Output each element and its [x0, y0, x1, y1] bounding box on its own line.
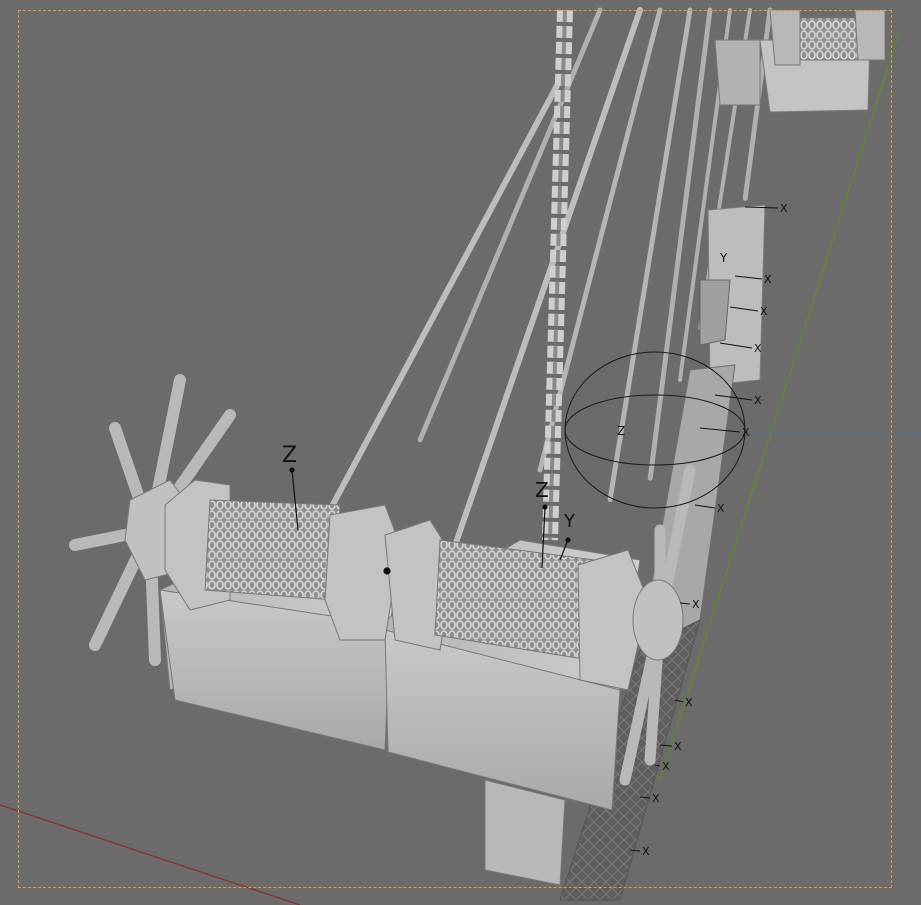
- x-axis-line: [0, 804, 301, 905]
- z-label-main: Z: [282, 443, 297, 468]
- top-winch: [714, 9, 886, 113]
- x-label-3: X: [760, 305, 768, 318]
- x-label-10: X: [674, 740, 682, 753]
- x-label-12: X: [652, 792, 660, 805]
- x-label-8: X: [692, 598, 700, 611]
- x-label-2: X: [764, 273, 772, 286]
- x-label-5: X: [754, 394, 762, 407]
- x-label-7: X: [717, 502, 725, 515]
- z-label-second: Z: [535, 478, 549, 502]
- x-label-4: X: [754, 342, 762, 355]
- y-label-second: Y: [563, 511, 576, 532]
- 3d-viewport[interactable]: X X X X X X X X X X X X X Z Z Y Z Y: [0, 0, 921, 905]
- x-label-11: X: [662, 760, 670, 773]
- x-label-6: X: [742, 426, 750, 439]
- x-label-13: X: [642, 845, 650, 858]
- z-label-third: Z: [617, 424, 625, 438]
- y-label-third: Y: [719, 251, 728, 265]
- x-label-9: X: [685, 696, 693, 709]
- viewport-scene[interactable]: X X X X X X X X X X X X X Z Z Y Z Y: [0, 0, 921, 905]
- x-label-1: X: [780, 202, 788, 215]
